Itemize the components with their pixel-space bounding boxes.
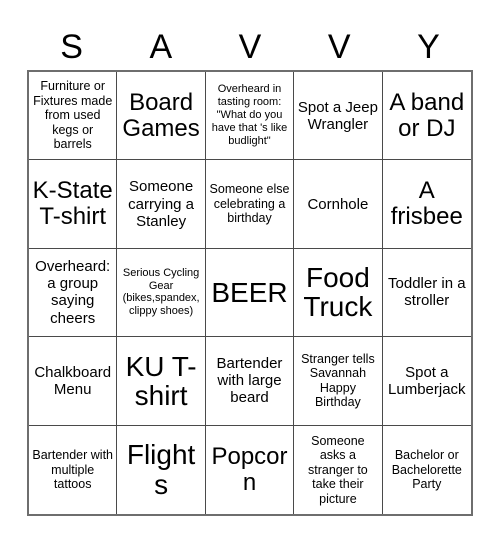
bingo-cell-r3c3[interactable]: BEER <box>205 248 295 338</box>
bingo-header-letter-0: S <box>60 28 83 66</box>
bingo-cell-text: Serious Cycling Gear (bikes,spandex, cli… <box>122 266 200 318</box>
bingo-cell-r2c2[interactable]: Someone carrying a Stanley <box>117 160 206 249</box>
bingo-cell-text: Overheard: a group saying cheers <box>35 258 111 327</box>
bingo-cell-text: A band or DJ <box>389 88 465 142</box>
bingo-grid: Furniture or Fixtures made from used keg… <box>27 70 473 516</box>
bingo-cell-text: Bartender with multiple tattoos <box>32 448 113 492</box>
bingo-cell-r3c1[interactable]: Overheard: a group saying cheers <box>29 248 118 338</box>
bingo-header-letter-3: V <box>327 28 351 66</box>
bingo-header-letter-4: Y <box>417 28 440 66</box>
bingo-cell-r2c1[interactable]: K-State T-shirt <box>29 160 118 249</box>
bingo-cell-r1c5[interactable]: A band or DJ <box>382 72 471 161</box>
bingo-cell-text: Toddler in a stroller <box>388 275 466 310</box>
bingo-cell-text: Chalkboard Menu <box>34 363 112 398</box>
bingo-cell-text: Board Games <box>122 88 200 142</box>
bingo-header-letter-1: A <box>149 28 173 66</box>
bingo-cell-text: Flights <box>126 439 196 500</box>
bingo-cell-r1c1[interactable]: Furniture or Fixtures made from used keg… <box>29 72 118 161</box>
bingo-cell-r5c1[interactable]: Bartender with multiple tattoos <box>29 425 118 514</box>
bingo-cell-r3c2[interactable]: Serious Cycling Gear (bikes,spandex, cli… <box>117 248 206 338</box>
bingo-cell-r2c5[interactable]: A frisbee <box>382 160 471 249</box>
bingo-header: S A V V Y <box>27 24 473 70</box>
bingo-cell-text: Someone else celebrating a birthday <box>209 182 290 226</box>
bingo-cell-text: Food Truck <box>303 262 373 323</box>
bingo-cell-r4c2[interactable]: KU T-shirt <box>117 337 206 426</box>
bingo-cell-text: Spot a Lumberjack <box>388 363 466 398</box>
bingo-cell-text: KU T-shirt <box>125 350 197 411</box>
bingo-cell-text: Cornhole <box>307 195 369 213</box>
bingo-header-letter-2: V <box>238 28 262 66</box>
bingo-cell-text: BEER <box>211 276 288 308</box>
bingo-cell-text: K-State T-shirt <box>32 177 113 231</box>
bingo-cell-r1c2[interactable]: Board Games <box>117 72 206 161</box>
bingo-cell-r2c3[interactable]: Someone else celebrating a birthday <box>205 160 295 249</box>
bingo-cell-r4c5[interactable]: Spot a Lumberjack <box>382 337 471 426</box>
bingo-cell-text: Someone asks a stranger to take their pi… <box>308 433 368 506</box>
bingo-cell-r5c3[interactable]: Popcorn <box>206 425 295 514</box>
bingo-cell-r4c3[interactable]: Bartender with large beard <box>205 337 295 426</box>
bingo-cell-r1c3[interactable]: Overheard in tasting room: "What do you … <box>205 72 295 161</box>
bingo-card: S A V V Y Furniture or Fixtures made fro… <box>0 0 500 544</box>
bingo-cell-text: A frisbee <box>390 177 463 231</box>
bingo-cell-r5c4[interactable]: Someone asks a stranger to take their pi… <box>294 425 383 514</box>
bingo-cell-text: Bachelor or Bachelorette Party <box>391 448 462 492</box>
bingo-cell-r4c4[interactable]: Stranger tells Savannah Happy Birthday <box>294 337 383 426</box>
bingo-cell-text: Overheard in tasting room: "What do you … <box>211 83 288 148</box>
bingo-cell-r5c2[interactable]: Flights <box>117 425 206 514</box>
bingo-cell-r4c1[interactable]: Chalkboard Menu <box>29 337 118 426</box>
bingo-cell-r1c4[interactable]: Spot a Jeep Wrangler <box>294 72 383 161</box>
bingo-cell-text: Popcorn <box>211 442 288 496</box>
bingo-cell-r2c4[interactable]: Cornhole <box>294 160 383 249</box>
bingo-cell-r5c5[interactable]: Bachelor or Bachelorette Party <box>383 426 471 514</box>
bingo-cell-text: Spot a Jeep Wrangler <box>297 98 378 133</box>
bingo-cell-r3c5[interactable]: Toddler in a stroller <box>382 249 471 338</box>
bingo-cell-text: Furniture or Fixtures made from used keg… <box>33 79 113 152</box>
bingo-cell-text: Stranger tells Savannah Happy Birthday <box>301 351 375 410</box>
bingo-cell-text: Bartender with large beard <box>216 355 283 407</box>
bingo-cell-r3c4[interactable]: Food Truck <box>294 248 383 338</box>
bingo-cell-text: Someone carrying a Stanley <box>128 178 195 230</box>
